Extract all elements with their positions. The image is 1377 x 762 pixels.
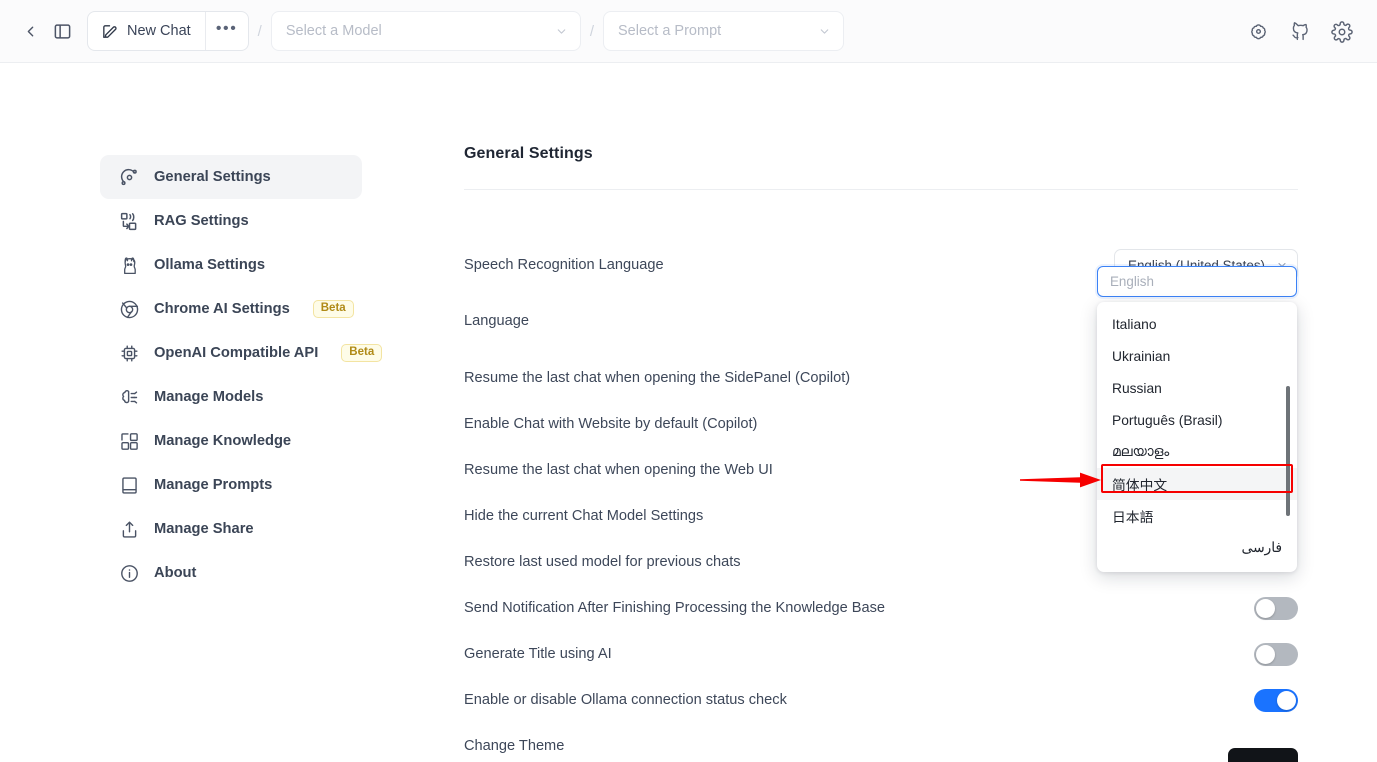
breadcrumb-separator-2: / bbox=[589, 22, 595, 40]
chevron-down-icon bbox=[818, 25, 831, 38]
beta-badge: Beta bbox=[312, 299, 354, 319]
language-dropdown: Italiano Ukrainian Russian Português (Br… bbox=[1097, 266, 1297, 572]
generate-title-toggle[interactable] bbox=[1254, 642, 1298, 666]
sidebar-item-manage-prompts[interactable]: Manage Prompts bbox=[100, 463, 362, 507]
language-option-simplified-chinese[interactable]: 简体中文 bbox=[1097, 468, 1297, 500]
info-circle-icon bbox=[118, 562, 140, 584]
language-option[interactable]: Português (Brasil) bbox=[1097, 404, 1297, 436]
setting-label: Enable Chat with Website by default (Cop… bbox=[464, 416, 758, 432]
sidebar-item-label: Manage Share bbox=[154, 521, 254, 537]
page-title: General Settings bbox=[464, 145, 593, 162]
sidebar-item-chrome-ai-settings[interactable]: Chrome AI Settings Beta bbox=[100, 287, 362, 331]
chrome-icon bbox=[118, 298, 140, 320]
sidebar-item-label: Manage Knowledge bbox=[154, 433, 292, 449]
change-theme-control[interactable] bbox=[1228, 748, 1298, 762]
github-icon[interactable] bbox=[1287, 19, 1313, 45]
sidebar-item-label: Ollama Settings bbox=[154, 257, 266, 273]
brain-circuit-icon[interactable] bbox=[1245, 19, 1271, 45]
language-option[interactable]: فارسی bbox=[1097, 532, 1297, 564]
title-divider bbox=[464, 189, 1298, 190]
language-search-input[interactable] bbox=[1110, 274, 1287, 289]
setting-label: Resume the last chat when opening the Si… bbox=[464, 370, 851, 386]
model-select-placeholder: Select a Model bbox=[285, 23, 382, 39]
setting-label: Enable or disable Ollama connection stat… bbox=[464, 692, 787, 708]
sidebar-item-label: OpenAI Compatible API bbox=[154, 345, 319, 361]
back-button[interactable] bbox=[18, 19, 42, 43]
language-search-box[interactable] bbox=[1097, 266, 1297, 297]
language-option[interactable]: മലയാളം bbox=[1097, 436, 1297, 468]
send-notification-toggle[interactable] bbox=[1254, 596, 1298, 620]
sidebar-item-general-settings[interactable]: General Settings bbox=[100, 155, 362, 199]
sidebar-item-label: General Settings bbox=[154, 169, 271, 185]
chip-icon bbox=[118, 342, 140, 364]
sidebar-item-label: Manage Models bbox=[154, 389, 264, 405]
prompt-select-placeholder: Select a Prompt bbox=[618, 23, 722, 39]
sidebar-item-openai-compatible-api[interactable]: OpenAI Compatible API Beta bbox=[100, 331, 383, 375]
edit-square-icon bbox=[103, 24, 117, 38]
side-panel-icon bbox=[54, 23, 70, 39]
language-list-scrollbar[interactable] bbox=[1286, 386, 1290, 516]
breadcrumb-separator-1: / bbox=[257, 22, 262, 40]
language-option[interactable]: Russian bbox=[1097, 372, 1297, 404]
setting-label: Language bbox=[464, 313, 529, 329]
setting-label: Restore last used model for previous cha… bbox=[464, 554, 741, 570]
sidebar-item-label: RAG Settings bbox=[154, 213, 249, 229]
more-options-button[interactable]: ••• bbox=[206, 12, 248, 50]
language-option[interactable]: 日本語 bbox=[1097, 500, 1297, 532]
blocks-icon bbox=[118, 430, 140, 452]
top-bar-actions bbox=[1245, 0, 1355, 63]
setting-row-change-theme: Change Theme bbox=[464, 731, 1298, 762]
language-option[interactable]: Italiano bbox=[1097, 308, 1297, 340]
chevron-down-icon bbox=[555, 25, 568, 38]
setting-label: Resume the last chat when opening the We… bbox=[464, 462, 773, 478]
sidebar-item-manage-models[interactable]: Manage Models bbox=[100, 375, 362, 419]
setting-label: Generate Title using AI bbox=[464, 646, 612, 662]
llama-icon bbox=[118, 254, 140, 276]
rag-flow-icon bbox=[118, 210, 140, 232]
toggle-knob bbox=[1277, 690, 1296, 710]
setting-label: Send Notification After Finishing Proces… bbox=[464, 600, 886, 616]
brain-icon bbox=[118, 386, 140, 408]
beta-badge: Beta bbox=[341, 343, 383, 363]
share-upload-icon bbox=[118, 518, 140, 540]
sidebar-item-manage-share[interactable]: Manage Share bbox=[100, 507, 362, 551]
ollama-status-check-toggle[interactable] bbox=[1254, 688, 1298, 712]
setting-label: Hide the current Chat Model Settings bbox=[464, 508, 704, 524]
sidebar-item-rag-settings[interactable]: RAG Settings bbox=[100, 199, 362, 243]
toggle-knob bbox=[1256, 598, 1275, 618]
setting-row-generate-title: Generate Title using AI bbox=[464, 639, 1298, 669]
prompt-select[interactable]: Select a Prompt bbox=[603, 11, 845, 51]
settings-main: General Settings Speech Recognition Lang… bbox=[464, 145, 1298, 762]
sidebar-item-manage-knowledge[interactable]: Manage Knowledge bbox=[100, 419, 362, 463]
new-chat-button[interactable]: New Chat bbox=[88, 12, 206, 50]
new-chat-group: New Chat ••• bbox=[87, 11, 249, 51]
setting-label: Change Theme bbox=[464, 738, 565, 754]
sidebar-item-label: Chrome AI Settings bbox=[154, 301, 290, 317]
setting-row-send-notification: Send Notification After Finishing Proces… bbox=[464, 593, 1298, 623]
setting-row-ollama-status-check: Enable or disable Ollama connection stat… bbox=[464, 685, 1298, 715]
top-bar: New Chat ••• / Select a Model / Select a… bbox=[0, 0, 1377, 63]
book-icon bbox=[118, 474, 140, 496]
chevron-left-icon bbox=[27, 26, 33, 36]
settings-sidebar: General Settings RAG Settings Ollama Set bbox=[100, 155, 383, 595]
language-options-list: Italiano Ukrainian Russian Português (Br… bbox=[1097, 302, 1297, 572]
sidebar-item-about[interactable]: About bbox=[100, 551, 362, 595]
model-select[interactable]: Select a Model bbox=[270, 11, 581, 51]
new-chat-label: New Chat bbox=[127, 23, 191, 39]
toggle-knob bbox=[1256, 644, 1275, 664]
settings-gear-icon[interactable] bbox=[1329, 19, 1355, 45]
toggle-side-panel-button[interactable] bbox=[49, 18, 75, 44]
sidebar-item-ollama-settings[interactable]: Ollama Settings bbox=[100, 243, 362, 287]
orbit-settings-icon bbox=[118, 166, 140, 188]
sidebar-item-label: Manage Prompts bbox=[154, 477, 273, 493]
setting-label: Speech Recognition Language bbox=[464, 257, 664, 273]
sidebar-item-label: About bbox=[154, 565, 197, 581]
language-option[interactable]: Ukrainian bbox=[1097, 340, 1297, 372]
